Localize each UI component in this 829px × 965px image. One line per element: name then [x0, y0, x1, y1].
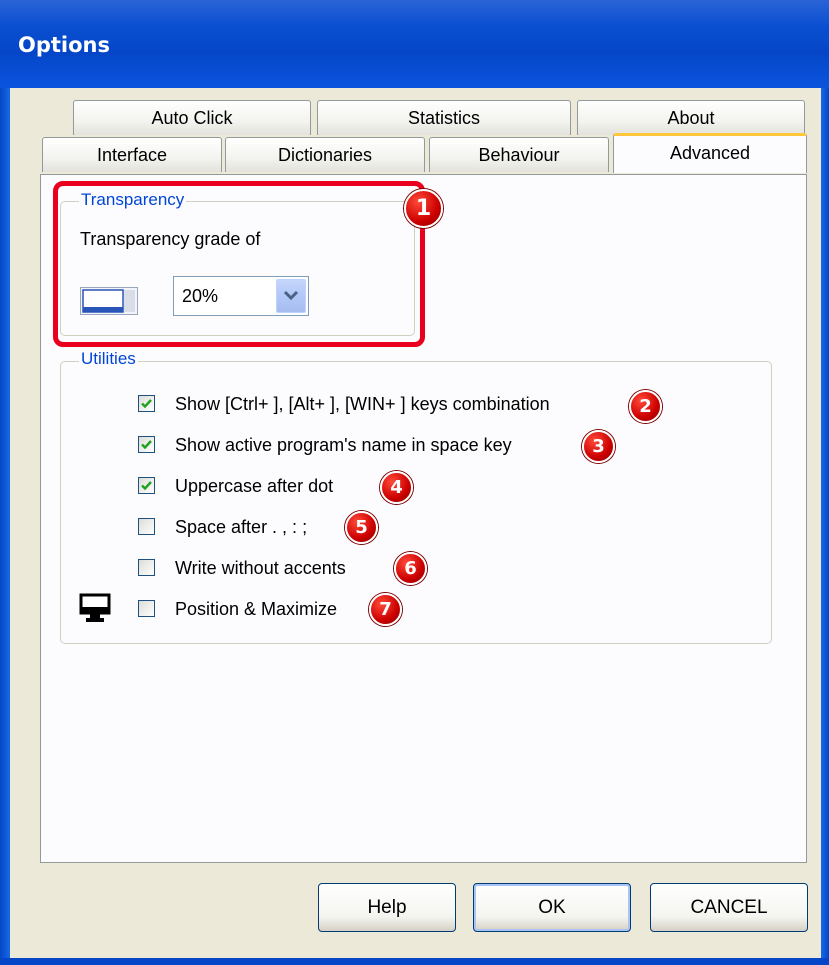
window-border-bottom: [0, 958, 829, 965]
tab-auto-click[interactable]: Auto Click: [73, 100, 311, 135]
tab-label: Interface: [96, 145, 168, 165]
callout-badge-4: 4: [380, 471, 413, 504]
show-program-name-label: Show active program's name in space key: [175, 435, 512, 455]
callout-badge-6: 6: [394, 552, 427, 585]
tab-label: Behaviour: [478, 145, 560, 165]
show-key-combination-label: Show [Ctrl+ ], [Alt+ ], [WIN+ ] keys com…: [175, 394, 550, 414]
options-window: Options Auto Click Statistics About Inte…: [0, 0, 829, 965]
window-border-right: [821, 88, 829, 965]
utilities-group-title: Utilities: [79, 349, 138, 369]
callout-badge-2: 2: [629, 390, 662, 423]
position-maximize-label: Position & Maximize: [175, 599, 338, 619]
cancel-button[interactable]: CANCEL: [650, 883, 808, 932]
position-maximize-checkbox[interactable]: [138, 600, 155, 617]
tab-label: Statistics: [407, 108, 481, 128]
tab-label: Auto Click: [151, 108, 233, 128]
help-button[interactable]: Help: [318, 883, 456, 932]
transparency-highlight-frame: [53, 181, 425, 347]
tab-statistics[interactable]: Statistics: [317, 100, 571, 135]
tab-label: Advanced: [669, 143, 751, 163]
tab-about[interactable]: About: [577, 100, 805, 135]
window-border-left: [0, 88, 10, 965]
tab-behaviour[interactable]: Behaviour: [429, 137, 609, 172]
callout-badge-7: 7: [369, 593, 402, 626]
space-after-punctuation-checkbox[interactable]: [138, 518, 155, 535]
tab-label: About: [667, 108, 715, 128]
tab-label: Dictionaries: [277, 145, 373, 165]
monitor-icon: [79, 593, 111, 623]
ok-button[interactable]: OK: [473, 883, 631, 932]
callout-badge-3: 3: [582, 430, 615, 463]
title-bar[interactable]: Options: [0, 0, 829, 88]
callout-badge-1: 1: [404, 189, 443, 228]
tab-dictionaries[interactable]: Dictionaries: [225, 137, 425, 172]
window-title: Options: [18, 33, 110, 57]
show-program-name-checkbox[interactable]: [138, 436, 155, 453]
write-without-accents-label: Write without accents: [175, 558, 346, 578]
tab-interface[interactable]: Interface: [42, 137, 222, 172]
show-key-combination-checkbox[interactable]: [138, 395, 155, 412]
uppercase-after-dot-label: Uppercase after dot: [175, 476, 334, 496]
uppercase-after-dot-checkbox[interactable]: [138, 477, 155, 494]
callout-badge-5: 5: [345, 511, 378, 544]
write-without-accents-checkbox[interactable]: [138, 559, 155, 576]
tab-advanced[interactable]: Advanced: [613, 133, 807, 173]
space-after-punctuation-label: Space after . , : ;: [175, 517, 308, 537]
